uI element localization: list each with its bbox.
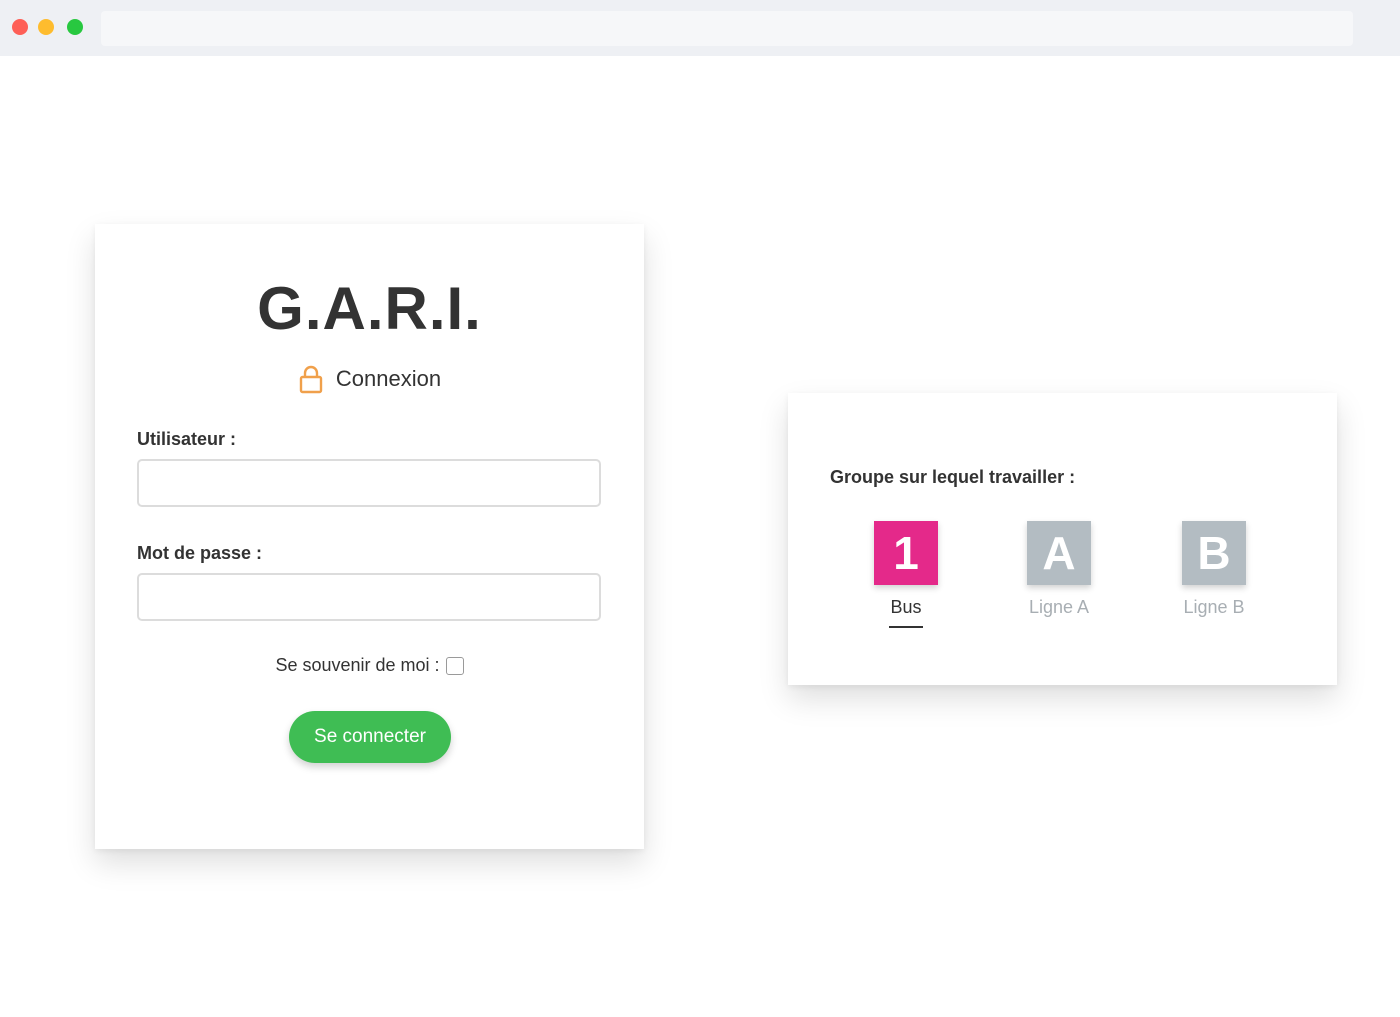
username-label: Utilisateur :	[137, 429, 237, 449]
app-title: G.A.R.I.	[257, 275, 482, 342]
remember-me-label: Se souvenir de moi :	[275, 655, 440, 675]
login-heading-text: Connexion	[335, 366, 442, 391]
remember-me-checkbox[interactable]	[445, 656, 464, 675]
browser-chrome	[0, 0, 1400, 56]
group-heading: Groupe sur lequel travailler :	[830, 467, 1076, 487]
group-selection-card: Groupe sur lequel travailler : 1 Bus A L…	[788, 393, 1337, 685]
window-minimize-button[interactable]	[38, 19, 54, 35]
login-heading: Connexion	[95, 364, 644, 394]
login-card: G.A.R.I. Connexion Utilisateur : Mot de …	[95, 224, 644, 849]
group-option-bus[interactable]: 1 Bus	[851, 521, 961, 631]
connect-button[interactable]: Se connecter	[289, 711, 451, 763]
active-group-underline	[889, 626, 923, 628]
window-maximize-button[interactable]	[67, 19, 83, 35]
window-close-button[interactable]	[12, 19, 28, 35]
group-option-ligne-a[interactable]: A Ligne A	[1004, 521, 1114, 631]
group-tile-ligne-b: B	[1182, 521, 1246, 585]
group-label-ligne-b: Ligne B	[1183, 597, 1245, 617]
group-option-ligne-b[interactable]: B Ligne B	[1159, 521, 1269, 631]
remember-me-row: Se souvenir de moi :	[95, 655, 644, 676]
group-tile-bus: 1	[874, 521, 938, 585]
group-tile-ligne-a: A	[1027, 521, 1091, 585]
address-bar[interactable]	[101, 11, 1353, 46]
lock-icon	[298, 364, 324, 394]
username-input[interactable]	[137, 459, 601, 507]
group-label-bus: Bus	[890, 597, 922, 617]
password-label: Mot de passe :	[137, 543, 263, 563]
group-label-ligne-a: Ligne A	[1028, 597, 1090, 617]
password-input[interactable]	[137, 573, 601, 621]
